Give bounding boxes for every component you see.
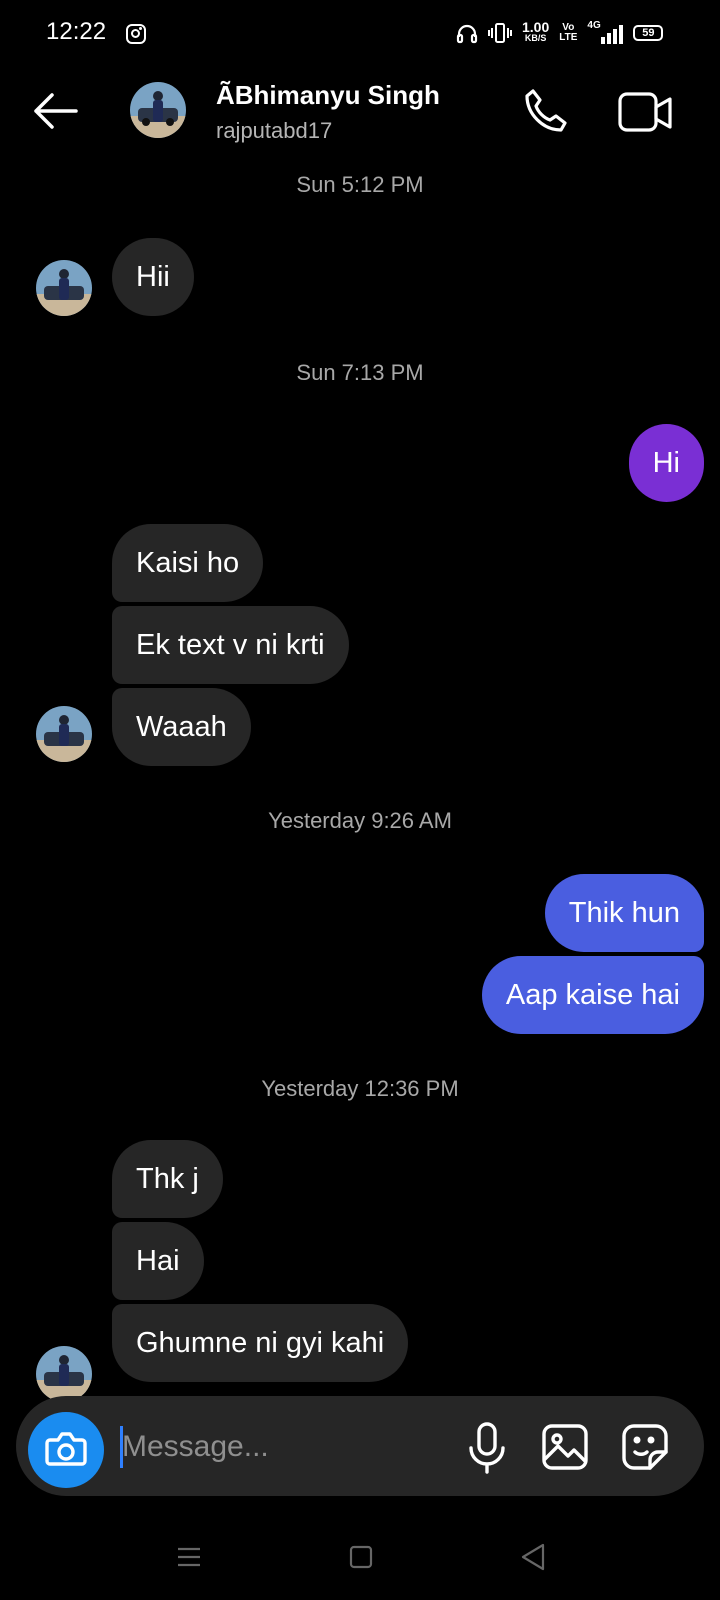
status-icons: 1.00 KB/S Vo LTE 4G 59 <box>456 19 664 44</box>
message-bubble-incoming[interactable]: Ek text v ni krti <box>112 606 349 684</box>
timestamp: Sun 7:13 PM <box>296 360 424 385</box>
contact-name[interactable]: ÃBhimanyu Singh <box>216 80 440 111</box>
nav-back-icon[interactable] <box>518 1542 548 1572</box>
network-speed: 1.00 KB/S <box>522 19 550 44</box>
timestamp: Sun 5:12 PM <box>296 172 424 197</box>
speed-unit: KB/S <box>524 33 547 43</box>
timestamp: Yesterday 9:26 AM <box>268 808 452 833</box>
vibrate-icon <box>488 23 512 43</box>
message-bubble-incoming[interactable]: Waaah <box>112 688 251 766</box>
sender-avatar[interactable] <box>36 260 92 316</box>
message-bubble-incoming[interactable]: Thk j <box>112 1140 223 1218</box>
message-bubble-incoming[interactable]: Hii <box>112 238 194 316</box>
volte-indicator: Vo LTE <box>559 23 577 43</box>
camera-button[interactable] <box>28 1412 104 1488</box>
message-bubble-incoming[interactable]: Kaisi ho <box>112 524 264 602</box>
video-camera-icon[interactable] <box>616 88 676 138</box>
signal-icon: 4G <box>587 20 624 44</box>
microphone-icon[interactable] <box>462 1420 512 1476</box>
message-bubble-outgoing[interactable]: Hi <box>628 424 704 502</box>
battery-icon: 59 <box>633 25 664 41</box>
back-arrow-icon[interactable] <box>30 88 80 134</box>
sender-avatar[interactable] <box>36 1346 92 1402</box>
message-bubble-outgoing[interactable]: Thik hun <box>544 874 704 952</box>
battery-level: 59 <box>642 27 655 39</box>
timestamp: Yesterday 12:36 PM <box>261 1076 459 1101</box>
headphones-icon <box>456 24 478 44</box>
message-bubble-outgoing[interactable]: Aap kaise hai <box>481 956 704 1034</box>
message-bubble-incoming[interactable]: Ghumne ni gyi kahi <box>112 1304 409 1382</box>
contact-avatar[interactable] <box>130 82 186 138</box>
camera-icon <box>45 1432 87 1466</box>
network-type: 4G <box>587 20 601 31</box>
phone-icon[interactable] <box>520 86 572 138</box>
message-bubble-incoming[interactable]: Hai <box>112 1222 204 1300</box>
instagram-icon <box>126 24 146 44</box>
contact-username[interactable]: rajputabd17 <box>216 118 332 144</box>
message-input[interactable] <box>120 1418 444 1476</box>
volte-bottom: LTE <box>559 32 578 43</box>
gallery-icon[interactable] <box>540 1422 590 1472</box>
status-time: 12:22 <box>46 18 107 45</box>
sticker-icon[interactable] <box>620 1422 670 1472</box>
speed-value: 1.00 <box>522 19 550 35</box>
sender-avatar[interactable] <box>36 706 92 762</box>
nav-home-icon[interactable] <box>348 1544 374 1570</box>
nav-menu-icon[interactable] <box>176 1544 202 1570</box>
